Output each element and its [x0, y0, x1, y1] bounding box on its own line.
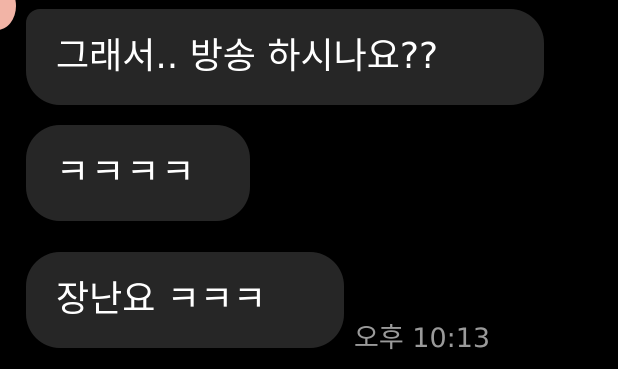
- message-bubble[interactable]: 장난요 ㅋㅋㅋ: [26, 252, 344, 348]
- avatar[interactable]: [0, 0, 16, 30]
- message-text: ㅋㅋㅋㅋ: [56, 152, 197, 193]
- message-text: 장난요 ㅋㅋㅋ: [56, 279, 267, 320]
- message-timestamp: 오후 10:13: [354, 323, 491, 354]
- message-bubble[interactable]: ㅋㅋㅋㅋ: [26, 125, 250, 221]
- chat-view: 그래서.. 방송 하시나요?? ㅋㅋㅋㅋ 장난요 ㅋㅋㅋ 오후 10:13: [0, 0, 618, 369]
- message-text: 그래서.. 방송 하시나요??: [56, 36, 439, 77]
- message-bubble[interactable]: 그래서.. 방송 하시나요??: [26, 9, 544, 105]
